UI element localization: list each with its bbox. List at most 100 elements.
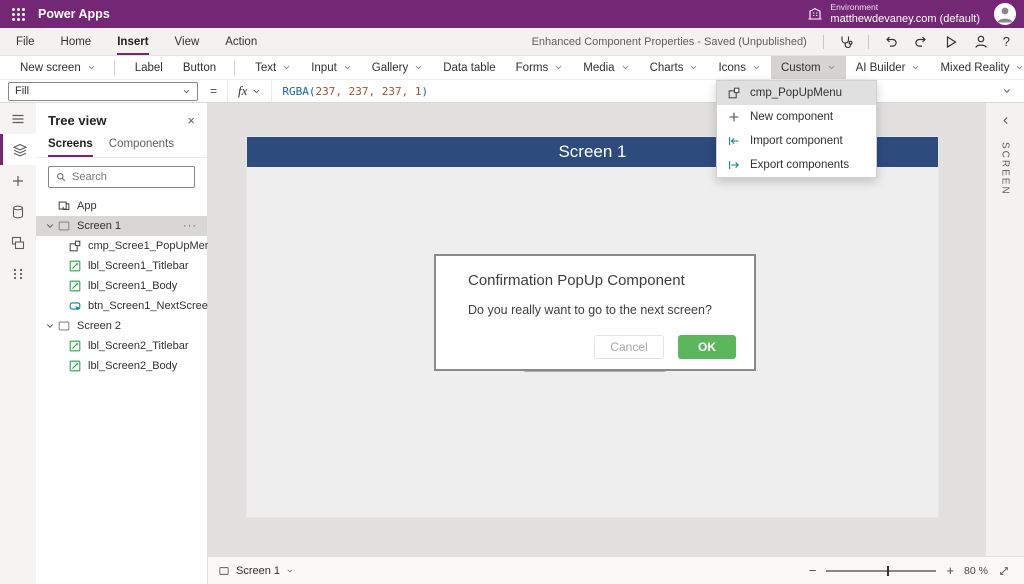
- expand-panel-chevron-icon[interactable]: [1000, 115, 1011, 126]
- fx-label: fx: [238, 83, 247, 99]
- tree-view-title: Tree view: [48, 113, 107, 128]
- tree-row[interactable]: Screen 1 ···: [36, 216, 207, 236]
- dialog-title: Confirmation PopUp Component: [468, 272, 736, 289]
- custom-menu-item[interactable]: Import component: [717, 129, 876, 153]
- custom-menu-item[interactable]: cmp_PopUpMenu: [717, 81, 876, 105]
- ribbon-item[interactable]: Media: [573, 56, 639, 79]
- ribbon-item[interactable]: New screen: [10, 56, 125, 79]
- menu-item[interactable]: Insert: [117, 28, 148, 55]
- tree-row[interactable]: btn_Screen1_NextScreen: [36, 296, 207, 316]
- search-input[interactable]: [72, 171, 188, 183]
- tree-item-icon: [68, 259, 82, 273]
- tree-item-label: App: [77, 200, 97, 212]
- app-checker-icon[interactable]: [838, 34, 854, 50]
- avatar[interactable]: [994, 3, 1016, 25]
- menu-item[interactable]: Action: [225, 28, 257, 55]
- custom-menu-item[interactable]: New component: [717, 105, 876, 129]
- tree-tab[interactable]: Components: [109, 138, 174, 157]
- menu-item[interactable]: File: [16, 28, 35, 55]
- tree-tab[interactable]: Screens: [48, 138, 93, 157]
- nav-advanced-tools-icon[interactable]: [0, 258, 36, 289]
- undo-icon[interactable]: [883, 34, 899, 50]
- custom-menu-item[interactable]: Export components: [717, 153, 876, 177]
- property-selector[interactable]: Fill: [8, 82, 198, 101]
- zoom-in-button[interactable]: +: [946, 563, 954, 578]
- confirmation-popup-dialog[interactable]: Confirmation PopUp Component Do you real…: [434, 254, 756, 371]
- ok-button[interactable]: OK: [678, 335, 736, 359]
- chevron-down-icon: [911, 63, 920, 72]
- help-icon[interactable]: ?: [1003, 34, 1010, 49]
- tree-item-label: lbl_Screen2_Body: [88, 360, 177, 372]
- menu-items: File Home Insert View Action: [0, 28, 257, 55]
- tree-expand-chevron-icon[interactable]: [42, 221, 57, 231]
- fx-selector[interactable]: fx: [227, 80, 272, 102]
- ribbon-item[interactable]: Mixed Reality: [930, 56, 1024, 79]
- redo-icon[interactable]: [913, 34, 929, 50]
- tree-item-label: Screen 1: [77, 220, 121, 232]
- ribbon-item[interactable]: Input: [301, 56, 362, 79]
- tree-row[interactable]: cmp_Scree1_PopUpMenu: [36, 236, 207, 256]
- formula-input[interactable]: RGBA(237, 237, 237, 1): [282, 85, 428, 98]
- zoom-slider[interactable]: [826, 570, 936, 572]
- ribbon-item[interactable]: Text: [245, 56, 301, 79]
- nav-hamburger-icon[interactable]: [0, 103, 36, 134]
- ribbon-item[interactable]: Forms: [506, 56, 574, 79]
- search-icon: [55, 171, 67, 183]
- tree-view-panel: Tree view × Screens Components App: [36, 103, 208, 584]
- status-bar: Screen 1 − + 80 %: [208, 556, 1024, 584]
- ribbon-item[interactable]: Charts: [640, 56, 709, 79]
- tree-item-icon: [57, 199, 71, 213]
- app-header: Power Apps Environment matthewdevaney.co…: [0, 0, 1024, 28]
- ribbon-item[interactable]: Label: [125, 56, 173, 79]
- environment-selector[interactable]: Environment matthewdevaney.com (default): [807, 3, 980, 25]
- property-name: Fill: [15, 85, 29, 97]
- fit-to-window-icon[interactable]: [998, 565, 1010, 577]
- screen-selector[interactable]: Screen 1: [218, 565, 294, 577]
- share-person-icon[interactable]: [973, 34, 989, 50]
- zoom-slider-handle[interactable]: [887, 566, 889, 576]
- play-preview-icon[interactable]: [943, 34, 959, 50]
- ribbon-item[interactable]: Data table: [433, 56, 505, 79]
- ribbon-item[interactable]: Icons: [708, 56, 771, 79]
- right-panel-label: SCREEN: [1000, 142, 1011, 196]
- tree-row[interactable]: lbl_Screen1_Titlebar: [36, 256, 207, 276]
- tree-row-more-icon[interactable]: ···: [183, 220, 207, 232]
- tree-item-icon: [57, 319, 71, 333]
- ribbon-item[interactable]: AI Builder: [846, 56, 931, 79]
- tree-item-label: lbl_Screen1_Titlebar: [88, 260, 188, 272]
- app-title: Power Apps: [38, 7, 110, 21]
- chevron-down-icon: [286, 567, 294, 575]
- tree-row[interactable]: lbl_Screen2_Titlebar: [36, 336, 207, 356]
- nav-media-icon[interactable]: [0, 227, 36, 258]
- nav-tree-view-icon[interactable]: [0, 134, 36, 165]
- ribbon-item[interactable]: Custom: [771, 56, 846, 79]
- tree-item-icon: [68, 239, 82, 253]
- ribbon-item[interactable]: Button: [173, 56, 245, 79]
- menu-item[interactable]: View: [175, 28, 200, 55]
- right-properties-panel-collapsed[interactable]: SCREEN: [985, 103, 1024, 556]
- nav-data-icon[interactable]: [0, 196, 36, 227]
- formula-bar-expand-icon[interactable]: [1002, 86, 1012, 96]
- environment-label: Environment: [830, 3, 980, 13]
- tree-row[interactable]: App: [36, 196, 207, 216]
- ribbon-item[interactable]: Gallery: [362, 56, 433, 79]
- nav-insert-icon[interactable]: [0, 165, 36, 196]
- tree-search-box: [48, 166, 195, 188]
- formula-arguments: 237, 237, 237, 1: [316, 85, 422, 98]
- tree-row[interactable]: lbl_Screen1_Body: [36, 276, 207, 296]
- zoom-out-button[interactable]: −: [809, 563, 817, 578]
- close-icon[interactable]: ×: [187, 113, 195, 128]
- screen-icon: [218, 565, 230, 577]
- tree-item-label: lbl_Screen1_Body: [88, 280, 177, 292]
- menu-item[interactable]: Home: [61, 28, 92, 55]
- screen-title-label: Screen 1: [558, 142, 626, 162]
- environment-icon: [807, 6, 823, 22]
- tree-expand-chevron-icon[interactable]: [42, 321, 57, 331]
- menu-bar: FileHomeInsertViewAction Enhanced Compon…: [0, 28, 1024, 56]
- menu-item-icon: [727, 134, 741, 148]
- tree-row[interactable]: lbl_Screen2_Body: [36, 356, 207, 376]
- tree-item-icon: [68, 299, 82, 313]
- tree-row[interactable]: Screen 2: [36, 316, 207, 336]
- cancel-button[interactable]: Cancel: [594, 335, 664, 359]
- waffle-menu-icon[interactable]: [0, 0, 36, 28]
